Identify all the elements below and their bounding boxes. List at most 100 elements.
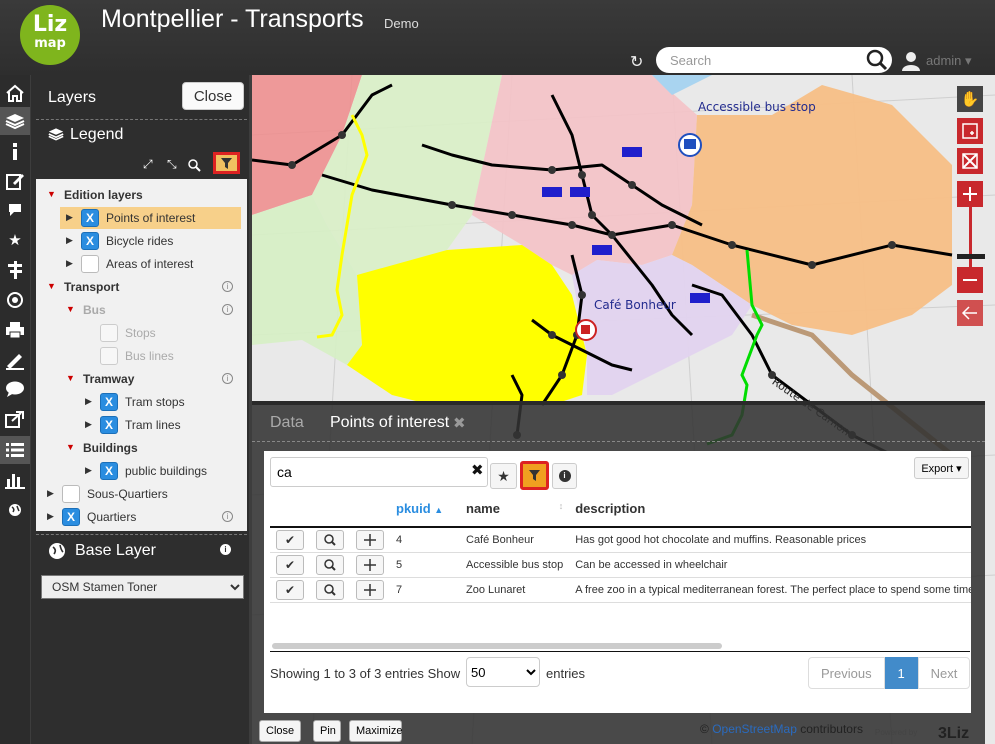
- zoom-to-feature-button[interactable]: [316, 554, 344, 575]
- tree-item-public-buildings[interactable]: ▶ Xpublic buildings: [36, 460, 247, 482]
- caret-right-icon[interactable]: ▶: [47, 512, 54, 521]
- baselayer-select[interactable]: OSM Stamen Toner: [41, 575, 244, 599]
- pin-panel-button[interactable]: Pin: [313, 720, 341, 742]
- chat-icon[interactable]: [0, 375, 30, 403]
- horizontal-scrollbar[interactable]: [272, 643, 722, 649]
- caret-right-icon[interactable]: ▶: [85, 397, 92, 406]
- info-icon[interactable]: i: [220, 544, 231, 555]
- filter-layer-icon[interactable]: [213, 152, 240, 174]
- checkbox-disabled[interactable]: [100, 347, 118, 365]
- close-tab-icon[interactable]: ✖: [453, 414, 466, 432]
- caret-down-icon[interactable]: ▼: [66, 305, 75, 314]
- tree-item-areas-of-interest[interactable]: ▶ Areas of interest: [36, 253, 247, 275]
- edit-icon[interactable]: [0, 167, 30, 195]
- table-row[interactable]: ✔ 7 Zoo Lunaret A free zoo in a typical …: [270, 577, 971, 603]
- 3liz-logo[interactable]: 3Liz: [938, 725, 969, 743]
- zoom-box-icon[interactable]: [957, 118, 983, 144]
- tree-group-bus[interactable]: ▼ Bus i: [36, 299, 247, 321]
- zoom-to-feature-button[interactable]: [316, 579, 344, 600]
- print-icon[interactable]: [0, 316, 30, 344]
- zoom-in-icon[interactable]: [957, 181, 983, 207]
- tree-item-stops[interactable]: Stops: [36, 322, 247, 344]
- home-icon[interactable]: [0, 79, 30, 107]
- lizmap-logo[interactable]: Liz map: [20, 5, 80, 65]
- center-on-feature-button[interactable]: [356, 579, 384, 600]
- tree-group-edition-layers[interactable]: ▼ Edition layers: [36, 184, 247, 206]
- previous-page-button[interactable]: Previous: [808, 657, 885, 689]
- filter-button[interactable]: [520, 461, 549, 490]
- caret-down-icon[interactable]: ▼: [66, 374, 75, 383]
- user-menu[interactable]: admin ▾: [926, 53, 972, 69]
- tree-group-transport[interactable]: ▼ Transport i: [36, 276, 247, 298]
- export-button[interactable]: Export ▾: [914, 457, 969, 479]
- zoom-to-feature-button[interactable]: [316, 529, 344, 550]
- caret-down-icon[interactable]: ▼: [47, 190, 56, 199]
- globe-icon[interactable]: [0, 496, 30, 524]
- center-on-feature-button[interactable]: [356, 554, 384, 575]
- maximize-panel-button[interactable]: Maximize: [349, 720, 402, 742]
- checkbox-checked[interactable]: X: [81, 209, 99, 227]
- tree-item-bicycle-rides[interactable]: ▶ X Bicycle rides: [36, 230, 247, 252]
- table-row[interactable]: ✔ 5 Accessible bus stop Can be accessed …: [270, 552, 971, 578]
- checkbox-checked[interactable]: X: [81, 232, 99, 250]
- page-length-select[interactable]: 50: [466, 657, 540, 687]
- expand-all-icon[interactable]: ⤢: [143, 157, 153, 172]
- search-icon[interactable]: [866, 49, 888, 71]
- comment-icon[interactable]: [0, 196, 30, 224]
- info-icon[interactable]: i: [222, 373, 233, 384]
- chart-icon[interactable]: [0, 466, 30, 494]
- tree-group-buildings[interactable]: ▼ Buildings: [36, 437, 247, 459]
- zoom-extent-icon[interactable]: [957, 148, 983, 174]
- tree-item-tram-lines[interactable]: ▶ X Tram lines: [36, 414, 247, 436]
- zoom-slider-handle[interactable]: [957, 254, 985, 259]
- caret-right-icon[interactable]: ▶: [85, 466, 92, 475]
- checkbox-unchecked[interactable]: [62, 485, 80, 503]
- info-icon[interactable]: [0, 137, 30, 165]
- layer-info-button[interactable]: i: [552, 463, 577, 489]
- refresh-icon[interactable]: ↻: [630, 52, 643, 72]
- layers-icon[interactable]: [0, 107, 30, 135]
- tree-item-bus-lines[interactable]: Bus lines: [36, 345, 247, 367]
- caret-right-icon[interactable]: ▶: [66, 236, 73, 245]
- column-header-description[interactable]: description: [569, 491, 971, 528]
- table-row[interactable]: ✔ 4 Café Bonheur Has got good hot chocol…: [270, 527, 971, 553]
- tree-item-quartiers[interactable]: ▶ X Quartiers i: [36, 506, 247, 528]
- tab-data[interactable]: Data: [270, 414, 304, 432]
- previous-view-icon[interactable]: [957, 300, 983, 326]
- caret-right-icon[interactable]: ▶: [66, 213, 73, 222]
- caret-down-icon[interactable]: ▼: [66, 443, 75, 452]
- search-input[interactable]: [656, 47, 892, 73]
- select-row-button[interactable]: ✔: [276, 554, 304, 575]
- center-on-feature-button[interactable]: [356, 529, 384, 550]
- zoom-layer-icon[interactable]: [188, 159, 201, 172]
- list-icon[interactable]: [0, 436, 30, 464]
- share-icon[interactable]: [0, 405, 30, 433]
- target-icon[interactable]: [0, 286, 30, 314]
- info-icon[interactable]: i: [222, 511, 233, 522]
- select-row-button[interactable]: ✔: [276, 579, 304, 600]
- user-icon[interactable]: [900, 50, 922, 72]
- tree-group-tramway[interactable]: ▼ Tramway i: [36, 368, 247, 390]
- checkbox-checked[interactable]: X: [100, 462, 118, 480]
- star-icon[interactable]: ★: [0, 226, 30, 254]
- selection-star-button[interactable]: ★: [490, 463, 517, 489]
- table-filter-input[interactable]: [270, 457, 488, 487]
- checkbox-unchecked[interactable]: [81, 255, 99, 273]
- collapse-all-icon[interactable]: ⤡: [167, 157, 177, 172]
- close-dock-button[interactable]: Close: [182, 82, 244, 110]
- caret-right-icon[interactable]: ▶: [47, 489, 54, 498]
- zoom-out-icon[interactable]: [957, 267, 983, 293]
- caret-right-icon[interactable]: ▶: [66, 259, 73, 268]
- clear-filter-icon[interactable]: ✖: [471, 461, 484, 479]
- close-panel-button[interactable]: Close: [259, 720, 301, 742]
- caret-down-icon[interactable]: ▼: [47, 282, 56, 291]
- caret-right-icon[interactable]: ▶: [85, 420, 92, 429]
- tree-item-points-of-interest[interactable]: ▶ X Points of interest: [60, 207, 241, 229]
- info-icon[interactable]: i: [222, 281, 233, 292]
- pan-icon[interactable]: ✋: [957, 86, 983, 112]
- openstreetmap-link[interactable]: OpenStreetMap: [712, 722, 797, 736]
- select-row-button[interactable]: ✔: [276, 529, 304, 550]
- checkbox-disabled[interactable]: [100, 324, 118, 342]
- current-page-button[interactable]: 1: [884, 657, 918, 689]
- tree-item-sous-quartiers[interactable]: ▶ Sous-Quartiers: [36, 483, 247, 505]
